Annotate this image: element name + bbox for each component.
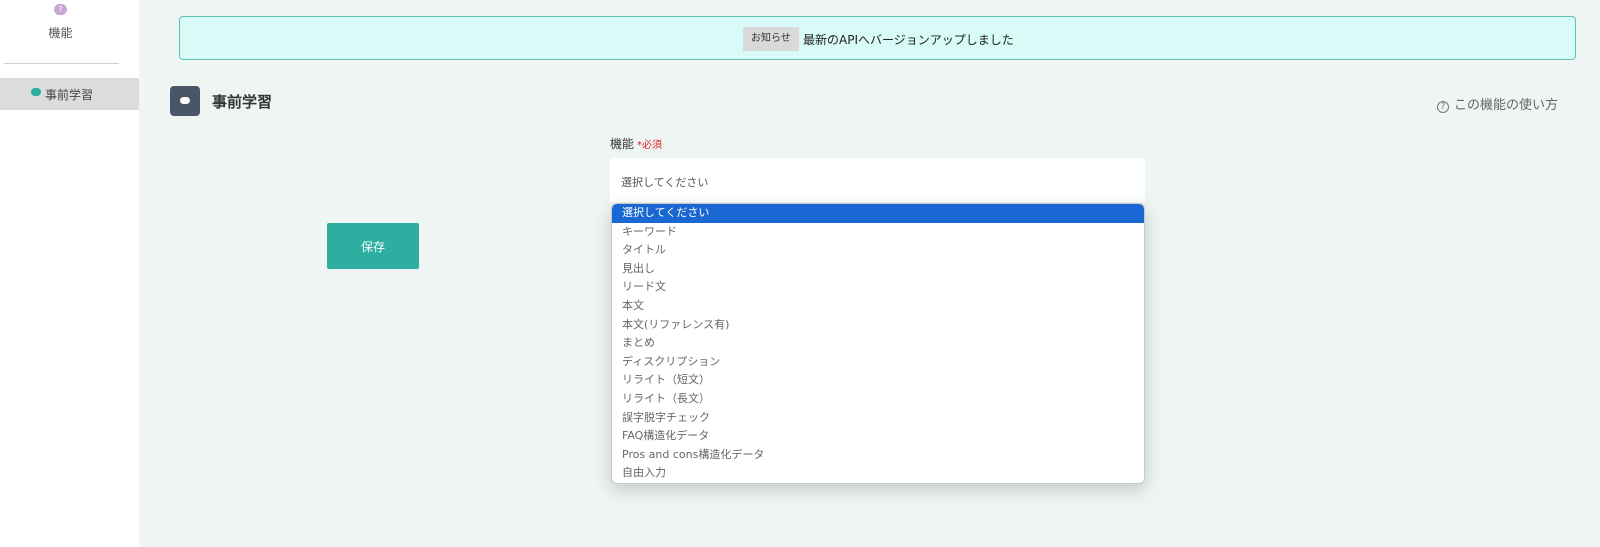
save-button[interactable]: 保存: [327, 223, 419, 269]
dropdown-option[interactable]: タイトル: [612, 241, 1144, 260]
required-mark: *必須: [637, 140, 663, 151]
dropdown-option[interactable]: 見出し: [612, 260, 1144, 279]
dropdown-option[interactable]: まとめ: [612, 334, 1144, 353]
notice-badge: お知らせ: [743, 27, 799, 51]
question-circle-icon: ?: [1437, 101, 1449, 113]
dropdown-option[interactable]: 本文(リファレンス有): [612, 316, 1144, 335]
select-current-value: 選択してください: [621, 176, 709, 189]
function-select[interactable]: 選択してください: [610, 158, 1145, 202]
help-bubble-icon: ?: [54, 4, 67, 15]
sidebar-item-pretraining[interactable]: 事前学習: [0, 78, 139, 110]
sidebar-divider: [4, 63, 119, 64]
sidebar: ? 機能 事前学習: [0, 0, 139, 547]
chat-bubble-icon: [31, 88, 41, 96]
page-title: 事前学習: [212, 93, 273, 111]
page-icon: [170, 86, 200, 116]
dropdown-option[interactable]: リライト（長文）: [612, 390, 1144, 409]
dropdown-option[interactable]: 誤字脱字チェック: [612, 409, 1144, 428]
sidebar-function-label: 機能: [48, 26, 73, 40]
dropdown-option[interactable]: 本文: [612, 297, 1144, 316]
help-link-label: この機能の使い方: [1454, 98, 1559, 113]
dropdown-option[interactable]: ディスクリプション: [612, 353, 1144, 372]
dropdown-option[interactable]: キーワード: [612, 223, 1144, 242]
function-field-label: 機能 *必須: [610, 135, 662, 152]
dropdown-option[interactable]: リード文: [612, 278, 1144, 297]
dropdown-option[interactable]: 自由入力: [612, 464, 1144, 483]
notice-text: 最新のAPIへバージョンアップしました: [803, 33, 1014, 47]
dropdown-option[interactable]: リライト（短文）: [612, 371, 1144, 390]
notice-banner: お知らせ 最新のAPIへバージョンアップしました: [179, 16, 1576, 60]
dropdown-option[interactable]: FAQ構造化データ: [612, 427, 1144, 446]
chat-bubble-icon: [180, 97, 190, 104]
dropdown-option[interactable]: Pros and cons構造化データ: [612, 446, 1144, 465]
function-dropdown-list: 選択してください キーワード タイトル 見出し リード文 本文 本文(リファレンス有) まとめ…: [611, 203, 1145, 484]
sidebar-item-label: 事前学習: [45, 88, 94, 102]
field-label-text: 機能: [610, 137, 635, 151]
dropdown-option[interactable]: 選択してください: [612, 204, 1144, 223]
sidebar-function-section[interactable]: ? 機能: [0, 0, 139, 44]
help-link[interactable]: ? この機能の使い方: [1437, 94, 1558, 113]
